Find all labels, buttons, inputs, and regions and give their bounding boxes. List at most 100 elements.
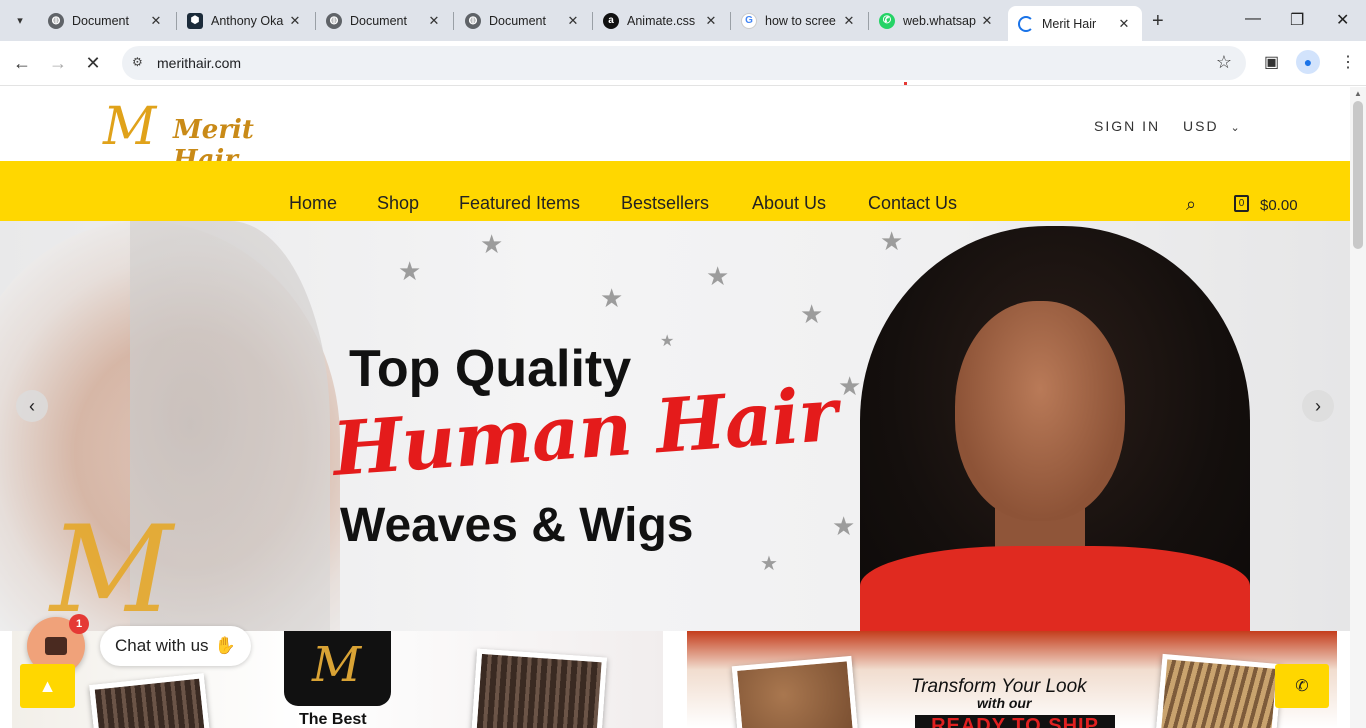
browser-tab-bar: ▾ ◍ Document ✕ ⬢ Anthony Oka ✕ ◍ Documen… [0,0,1366,41]
cart-bag-icon[interactable]: 0 [1234,195,1249,212]
tab-document-1[interactable]: ◍ Document ✕ [38,6,174,35]
close-icon[interactable]: ✕ [841,13,857,29]
browser-toolbar: ← → ✕ ⚙ merithair.com ☆ ▣ ● ⋮ [0,41,1366,86]
globe-icon: ◍ [326,12,342,29]
star-decoration: ★ [398,256,422,286]
tab-title: Document [72,13,129,28]
hero-slider: ★ ★ ★ ★ ★ ★ ★ ★ ★ ★ Top Quality Human Ha… [0,221,1350,631]
search-icon[interactable]: ⌕ [1186,194,1196,215]
profile-avatar-icon[interactable]: ● [1296,50,1320,74]
whatsapp-icon: ✆ [1295,678,1309,695]
tab-google[interactable]: G how to scree ✕ [731,6,867,35]
globe-icon: ◍ [465,12,481,29]
tab-separator [453,12,454,30]
slider-next-icon[interactable]: › [1302,390,1334,422]
nav-contact-us[interactable]: Contact Us [868,193,957,214]
model-photo-right [860,226,1250,631]
chat-prompt-text: Chat with us [115,636,209,655]
star-decoration: ★ [760,553,778,575]
tab-document-3[interactable]: ◍ Document ✕ [455,6,591,35]
braids-photo [89,673,210,728]
tab-search-menu-icon[interactable]: ▾ [8,8,32,32]
star-decoration: ★ [800,299,824,329]
curls-photo [731,655,859,728]
chat-notification-badge: 1 [69,614,89,634]
star-decoration: ★ [706,261,730,291]
whatsapp-icon: ✆ [879,12,895,29]
close-icon[interactable]: ✕ [426,13,442,29]
new-tab-icon[interactable]: + [1152,10,1164,33]
page-scrollbar[interactable]: ▲ [1350,87,1366,728]
loading-icon [1018,15,1034,32]
minimize-icon[interactable]: — [1245,10,1261,28]
scrollbar-thumb[interactable] [1353,101,1363,249]
tab-merit-hair[interactable]: Merit Hair ✕ [1008,6,1142,41]
model-dress [860,546,1250,631]
close-icon[interactable]: ✕ [979,13,995,29]
nav-about-us[interactable]: About Us [752,193,826,214]
promo-banner-right[interactable]: Transform Your Look with our READY TO SH… [687,631,1337,728]
cart-total[interactable]: $0.00 [1260,197,1298,214]
banner-subline: with our [977,695,1032,711]
braids-photo [1155,653,1283,728]
chevron-down-icon: ⌄ [1230,122,1242,134]
currency-selector[interactable]: USD ⌄ [1183,118,1242,134]
close-icon[interactable]: ✕ [287,13,303,29]
forward-arrow-icon[interactable]: → [46,51,70,75]
nav-featured-items[interactable]: Featured Items [459,193,580,214]
tab-title: how to scree [765,13,836,28]
scroll-to-top-button[interactable]: ▲ [20,664,75,708]
hero-heading-bottom: Weaves & Wigs [340,499,694,552]
currency-value: USD [1183,118,1219,134]
logo-mark: M [312,637,362,693]
scroll-up-icon[interactable]: ▲ [1354,89,1362,98]
site-settings-icon[interactable]: ⚙ [132,55,143,69]
window-close-icon[interactable]: ✕ [1336,10,1349,30]
close-icon[interactable]: ✕ [1116,16,1132,32]
star-decoration: ★ [480,229,504,259]
loading-indicator [904,82,907,85]
close-icon[interactable]: ✕ [703,13,719,29]
close-icon[interactable]: ✕ [148,13,164,29]
nav-shop[interactable]: Shop [377,193,419,214]
slider-prev-icon[interactable]: ‹ [16,390,48,422]
tab-title: Document [489,13,546,28]
whatsapp-button[interactable]: ✆ [1275,664,1329,708]
bookmark-star-icon[interactable]: ☆ [1216,52,1232,73]
tab-document-2[interactable]: ◍ Document ✕ [316,6,452,35]
side-panel-icon[interactable]: ▣ [1264,52,1279,72]
braids-photo [471,648,607,728]
chat-prompt[interactable]: Chat with us ✋ [100,626,251,666]
chat-icon [45,637,67,655]
star-decoration: ★ [832,511,856,541]
nav-home[interactable]: Home [289,193,337,214]
close-icon[interactable]: ✕ [565,13,581,29]
animate-a-icon: a [603,12,619,29]
address-bar[interactable]: ⚙ merithair.com ☆ [122,46,1246,80]
main-navigation: Home Shop Featured Items Bestsellers Abo… [0,161,1350,221]
site-header: M Merit Hair SIGN IN USD ⌄ [0,87,1350,175]
stop-loading-icon[interactable]: ✕ [81,51,105,75]
logo-watermark: M [50,501,173,631]
tab-title: Anthony Oka [211,13,284,28]
tab-anthony[interactable]: ⬢ Anthony Oka ✕ [177,6,313,35]
star-decoration: ★ [600,283,624,313]
browser-menu-icon[interactable]: ⋮ [1340,52,1356,72]
url-text[interactable]: merithair.com [157,55,241,71]
banner-ready-to-ship: READY TO SHIP [915,715,1115,728]
google-g-icon: G [741,12,757,29]
nav-bestsellers[interactable]: Bestsellers [621,193,709,214]
star-decoration: ★ [660,333,675,350]
globe-icon: ◍ [48,12,64,29]
hexagon-icon: ⬢ [187,12,203,29]
merit-hair-logo[interactable]: M Merit Hair [103,97,313,175]
back-arrow-icon[interactable]: ← [10,51,34,75]
restore-icon[interactable]: ❐ [1290,10,1304,30]
arrow-up-icon: ▲ [38,675,57,696]
banner-caption: The Best [299,711,367,728]
sign-in-link[interactable]: SIGN IN [1094,118,1160,134]
tab-animate[interactable]: a Animate.css ✕ [593,6,729,35]
waving-hand-icon: ✋ [214,636,236,655]
tab-whatsapp[interactable]: ✆ web.whatsap ✕ [869,6,1005,35]
tab-title: web.whatsap [903,13,976,28]
